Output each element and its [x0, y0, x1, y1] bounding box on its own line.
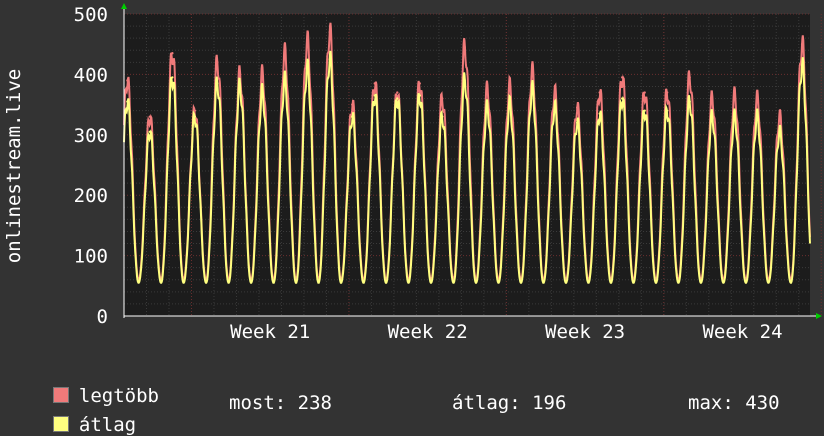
- y-axis-arrow: [121, 3, 127, 9]
- data-point-avg: [486, 106, 489, 109]
- data-point-max: [531, 70, 534, 73]
- data-point-avg: [598, 112, 601, 115]
- data-point-max: [193, 109, 197, 112]
- y-tick-label: 100: [74, 246, 108, 268]
- data-point-max: [396, 91, 399, 94]
- stat-maximum: max: 430: [688, 392, 780, 414]
- data-point-max: [328, 30, 331, 34]
- data-point-max: [688, 76, 691, 79]
- data-point-avg: [148, 130, 152, 133]
- data-point-avg: [755, 115, 759, 118]
- y-tick-label: 500: [74, 4, 108, 26]
- data-point-max: [283, 52, 287, 55]
- y-axis-label: onlinestream.live: [3, 69, 25, 263]
- legend-avg-label: átlag: [78, 414, 137, 436]
- data-point-max: [216, 61, 219, 64]
- x-tick-label: Week 23: [545, 321, 625, 343]
- data-point-avg: [553, 106, 556, 109]
- x-tick-label: Week 22: [388, 321, 468, 343]
- data-point-max: [710, 97, 714, 100]
- data-point-max: [665, 91, 669, 94]
- y-tick-label: 200: [74, 185, 108, 207]
- data-point-max: [598, 91, 601, 94]
- data-point-avg: [396, 97, 399, 100]
- data-point-avg: [463, 79, 466, 82]
- y-tick-label: 0: [97, 306, 108, 328]
- x-axis-arrow: [816, 313, 822, 319]
- data-point-avg: [171, 76, 174, 79]
- data-point-avg: [508, 103, 511, 106]
- data-point-avg: [576, 121, 579, 124]
- x-tick-label: Week 24: [702, 321, 782, 343]
- stat-current: most: 238: [229, 392, 332, 414]
- data-point-avg: [665, 109, 669, 112]
- data-point-max: [238, 73, 242, 76]
- data-point-avg: [710, 115, 714, 118]
- data-point-max: [778, 115, 781, 118]
- data-point-avg: [441, 115, 444, 118]
- data-point-max: [463, 46, 466, 49]
- data-point-avg: [283, 79, 287, 82]
- legend-avg: átlag: [30, 392, 136, 436]
- data-point-max: [148, 115, 152, 118]
- data-point-max: [755, 97, 759, 100]
- data-point-avg: [643, 109, 646, 112]
- data-point-max: [261, 73, 264, 76]
- data-point-avg: [733, 115, 736, 118]
- data-point-avg: [261, 91, 264, 94]
- data-point-avg: [800, 64, 804, 67]
- data-point-avg: [216, 82, 219, 85]
- data-point-avg: [126, 100, 129, 103]
- data-point-max: [800, 43, 804, 46]
- data-point-max: [171, 52, 174, 55]
- data-point-max: [620, 76, 624, 79]
- data-point-max: [643, 91, 646, 94]
- data-point-avg: [306, 67, 309, 70]
- data-point-max: [306, 39, 309, 43]
- data-point-max: [508, 85, 511, 88]
- data-point-avg: [778, 130, 781, 133]
- y-tick-label: 300: [74, 125, 108, 147]
- data-point-max: [576, 106, 579, 109]
- data-point-avg: [193, 115, 197, 118]
- x-tick-label: Week 21: [230, 321, 310, 343]
- data-point-max: [126, 79, 129, 82]
- data-point-avg: [373, 94, 376, 97]
- y-tick-label: 400: [74, 64, 108, 86]
- data-point-avg: [238, 85, 242, 88]
- data-point-max: [733, 94, 736, 97]
- data-point-max: [486, 88, 489, 91]
- data-point-avg: [620, 97, 624, 100]
- data-point-avg: [418, 94, 421, 97]
- data-point-max: [373, 82, 376, 85]
- data-point-max: [441, 97, 444, 100]
- data-point-avg: [351, 115, 354, 118]
- stat-average: átlag: 196: [452, 392, 567, 414]
- data-point-avg: [328, 58, 331, 61]
- data-point-avg: [688, 100, 691, 103]
- data-point-max: [351, 103, 354, 106]
- data-point-avg: [531, 88, 534, 91]
- data-point-max: [418, 82, 421, 85]
- data-point-max: [553, 91, 556, 94]
